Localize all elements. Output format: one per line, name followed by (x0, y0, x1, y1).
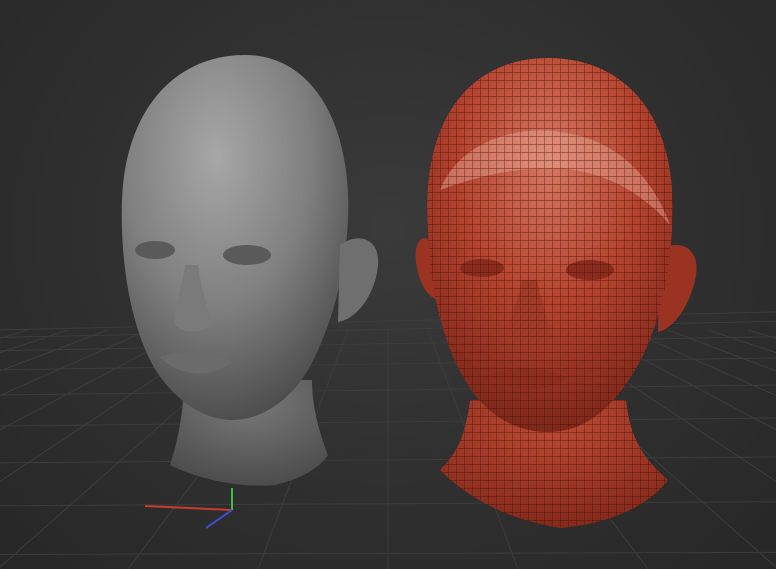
grid-line-v (0, 329, 69, 354)
grid-line-v (707, 329, 776, 354)
grid-line-v (0, 329, 109, 372)
gray-eye-left (135, 241, 175, 259)
grid-line-v (627, 329, 776, 397)
scene-canvas[interactable] (0, 0, 776, 569)
sculpt-head-gray[interactable] (121, 55, 379, 486)
wireframe-overlay (427, 58, 673, 528)
gray-eye-right (223, 245, 271, 265)
grid-line-v (0, 329, 149, 397)
grid-line-v (667, 329, 776, 372)
3d-viewport[interactable] (0, 0, 776, 569)
sculpt-head-red-wireframe[interactable] (410, 50, 700, 540)
axis-z-line (205, 509, 233, 529)
gray-ear (338, 238, 379, 322)
axis-gizmo[interactable] (144, 488, 233, 529)
axis-x-line (144, 505, 233, 511)
floor-grid (0, 311, 776, 569)
